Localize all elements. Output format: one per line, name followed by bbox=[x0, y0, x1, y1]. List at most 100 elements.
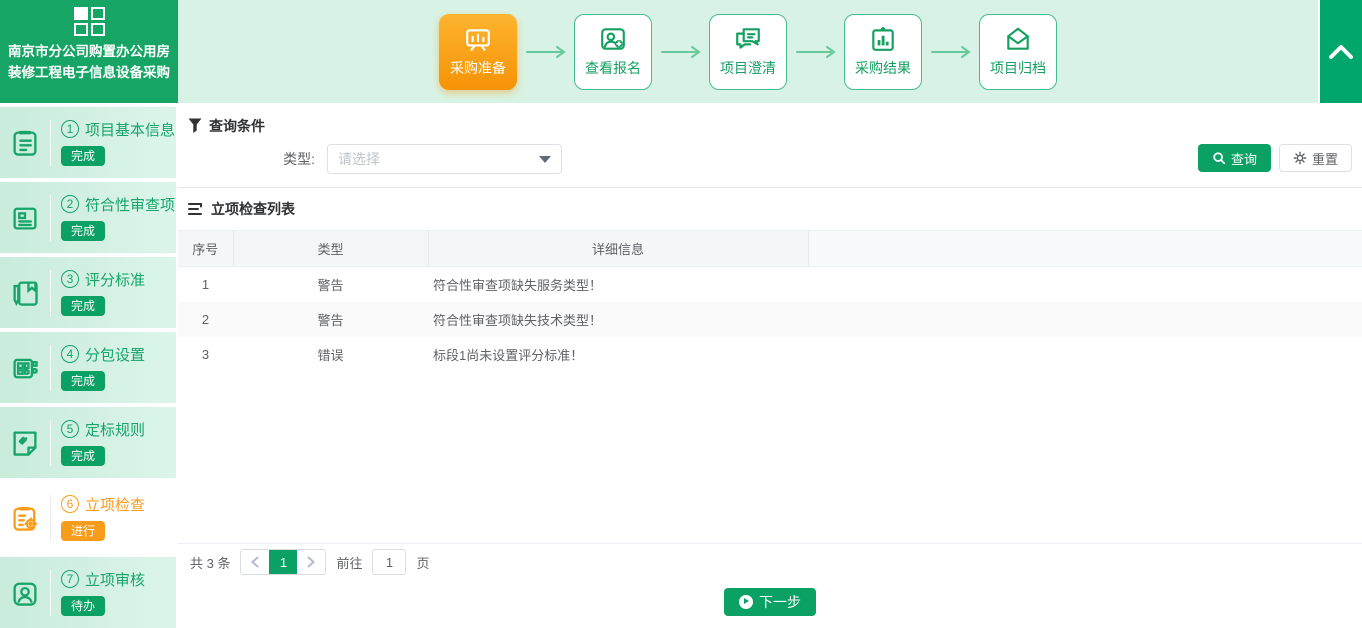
sidebar-item-project-audit[interactable]: 7 立项审核 待办 bbox=[0, 557, 176, 628]
sidebar-item-label: 符合性审查项 bbox=[85, 194, 175, 215]
prev-page-button[interactable] bbox=[241, 550, 269, 574]
list-lines-icon bbox=[188, 202, 204, 216]
column-header-type: 类型 bbox=[233, 231, 428, 267]
row-type-cell: 警告 bbox=[233, 302, 428, 337]
divider bbox=[50, 420, 51, 466]
project-title: 南京市分公司购置办公用房装修工程电子信息设备采购 bbox=[0, 42, 178, 84]
caret-down-icon bbox=[539, 156, 551, 163]
arrow-right-icon bbox=[652, 45, 709, 59]
gavel-document-icon bbox=[0, 428, 50, 458]
sidebar-item-label: 项目基本信息 bbox=[85, 119, 175, 140]
page-unit-label: 页 bbox=[416, 553, 429, 572]
status-badge: 完成 bbox=[61, 296, 105, 316]
gear-icon bbox=[1293, 151, 1307, 165]
sidebar-item-label: 定标规则 bbox=[85, 419, 145, 440]
step-label: 项目澄清 bbox=[720, 58, 776, 78]
person-add-icon bbox=[599, 25, 627, 53]
step-project-clarification[interactable]: 项目澄清 bbox=[709, 14, 787, 90]
row-index-cell: 1 bbox=[178, 267, 233, 302]
play-icon bbox=[739, 595, 753, 609]
process-stepper: 采购准备 查看报名 项目澄清 采购结果 项目归档 bbox=[178, 0, 1318, 103]
step-procurement-result[interactable]: 采购结果 bbox=[844, 14, 922, 90]
table-row[interactable]: 2 警告 符合性审查项缺失技术类型！ bbox=[178, 302, 1362, 337]
row-detail-cell: 标段1尚未设置评分标准！ bbox=[428, 337, 808, 372]
total-count: 共 3 条 bbox=[190, 553, 230, 572]
status-badge: 待办 bbox=[61, 596, 105, 616]
divider bbox=[50, 120, 51, 166]
main-content: 查询条件 类型: 请选择 查询 重置 bbox=[178, 103, 1362, 623]
step-number: 6 bbox=[61, 495, 79, 513]
sidebar-item-label: 立项审核 bbox=[85, 569, 145, 590]
goto-page-input[interactable] bbox=[372, 549, 406, 575]
status-badge: 完成 bbox=[61, 446, 105, 466]
table-row[interactable]: 3 错误 标段1尚未设置评分标准！ bbox=[178, 337, 1362, 372]
divider bbox=[50, 570, 51, 616]
search-icon bbox=[1212, 151, 1226, 165]
row-detail-cell: 符合性审查项缺失技术类型！ bbox=[428, 302, 808, 337]
type-select[interactable]: 请选择 bbox=[327, 144, 562, 174]
step-number: 2 bbox=[61, 195, 79, 213]
step-number: 1 bbox=[61, 120, 79, 138]
notebook-pen-icon bbox=[0, 278, 50, 308]
sidebar-item-scoring-criteria[interactable]: 3 评分标准 完成 bbox=[0, 257, 176, 328]
clipboard-gear-icon bbox=[0, 503, 50, 533]
sidebar-item-label: 立项检查 bbox=[85, 494, 145, 515]
row-index-cell: 2 bbox=[178, 302, 233, 337]
clipboard-lines-icon bbox=[0, 128, 50, 158]
footer-actions: 下一步 bbox=[178, 580, 1362, 623]
step-project-archive[interactable]: 项目归档 bbox=[979, 14, 1057, 90]
id-card-icon bbox=[0, 203, 50, 233]
step-label: 采购结果 bbox=[855, 58, 911, 78]
sidebar-item-compliance-review[interactable]: 2 符合性审查项 完成 bbox=[0, 182, 176, 253]
table-row[interactable]: 1 警告 符合性审查项缺失服务类型！ bbox=[178, 267, 1362, 302]
next-page-button[interactable] bbox=[297, 550, 325, 574]
step-number: 7 bbox=[61, 570, 79, 588]
check-list-section: 立项检查列表 序号 类型 详细信息 1 警告 符合性审查项缺失服务类型！ bbox=[178, 188, 1362, 580]
envelope-open-icon bbox=[1004, 25, 1032, 53]
step-number: 4 bbox=[61, 345, 79, 363]
podium-chart-icon bbox=[464, 25, 492, 53]
sidebar-item-subpackage-settings[interactable]: 4 分包设置 完成 bbox=[0, 332, 176, 403]
arrow-right-icon bbox=[922, 45, 979, 59]
step-number: 5 bbox=[61, 420, 79, 438]
step-label: 查看报名 bbox=[585, 58, 641, 78]
search-button[interactable]: 查询 bbox=[1198, 144, 1271, 172]
column-header-index: 序号 bbox=[178, 231, 233, 267]
type-select-placeholder: 请选择 bbox=[338, 149, 380, 169]
row-type-cell: 错误 bbox=[233, 337, 428, 372]
status-badge: 完成 bbox=[61, 221, 105, 241]
next-step-button[interactable]: 下一步 bbox=[724, 588, 816, 616]
collapse-topbar-button[interactable] bbox=[1318, 0, 1362, 103]
sidebar-item-project-info[interactable]: 1 项目基本信息 完成 bbox=[0, 107, 176, 178]
step-procurement-prep[interactable]: 采购准备 bbox=[439, 14, 517, 90]
step-label: 项目归档 bbox=[990, 58, 1046, 78]
row-type-cell: 警告 bbox=[233, 267, 428, 302]
goto-label: 前往 bbox=[336, 553, 362, 572]
column-header-empty bbox=[808, 231, 1362, 267]
funnel-icon bbox=[188, 118, 202, 134]
app-logo-icon bbox=[72, 7, 106, 37]
status-badge: 完成 bbox=[61, 371, 105, 391]
divider bbox=[50, 195, 51, 241]
check-list-table: 序号 类型 详细信息 1 警告 符合性审查项缺失服务类型！ 2 警告 符合性审查… bbox=[178, 230, 1362, 372]
filter-section-title: 查询条件 bbox=[209, 116, 265, 136]
auditor-camera-icon bbox=[0, 578, 50, 608]
reset-button[interactable]: 重置 bbox=[1279, 144, 1352, 172]
current-page-button[interactable]: 1 bbox=[269, 550, 297, 574]
arrow-right-icon bbox=[517, 45, 574, 59]
clipboard-chart-icon bbox=[869, 25, 897, 53]
step-label: 采购准备 bbox=[450, 58, 506, 78]
sidebar-item-label: 评分标准 bbox=[85, 269, 145, 290]
row-index-cell: 3 bbox=[178, 337, 233, 372]
column-header-detail: 详细信息 bbox=[428, 231, 808, 267]
table-header-row: 序号 类型 详细信息 bbox=[178, 231, 1362, 267]
sidebar: 南京市分公司购置办公用房装修工程电子信息设备采购 1 项目基本信息 完成 2 符… bbox=[0, 0, 178, 623]
type-label: 类型: bbox=[178, 149, 315, 169]
row-detail-cell: 符合性审查项缺失服务类型！ bbox=[428, 267, 808, 302]
sidebar-item-award-rules[interactable]: 5 定标规则 完成 bbox=[0, 407, 176, 478]
sidebar-item-project-check[interactable]: 6 立项检查 进行 bbox=[0, 482, 176, 553]
status-badge: 完成 bbox=[61, 146, 105, 166]
speech-bubbles-icon bbox=[734, 25, 762, 53]
chevron-up-icon bbox=[1328, 44, 1354, 60]
step-view-registration[interactable]: 查看报名 bbox=[574, 14, 652, 90]
